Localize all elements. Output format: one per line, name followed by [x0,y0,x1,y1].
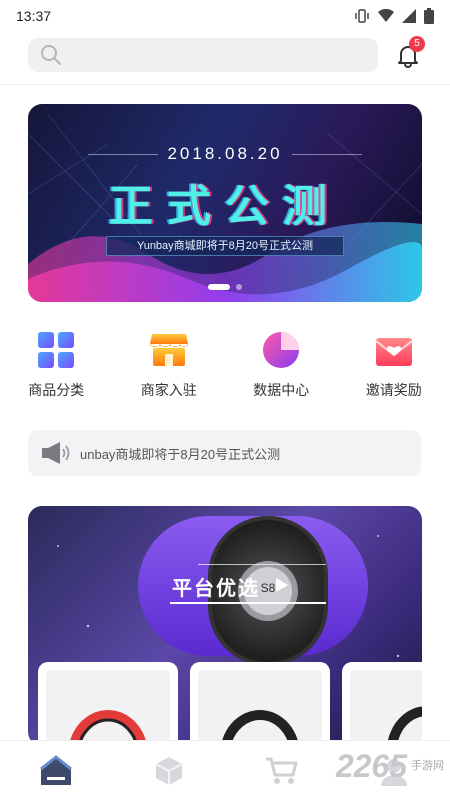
watermark-site-name: 手游网 [411,760,444,772]
pie-chart-icon [261,330,301,370]
carousel-dot[interactable] [236,284,242,290]
tab-home[interactable] [0,741,113,800]
promo-title: 平台优选 [172,578,260,600]
banner-title: 正式公测 [109,182,341,231]
promo-title-rule-top [198,564,326,565]
site-watermark: 2265 手游网 [336,748,444,785]
banner-subtitle: Yunbay商城即将于8月20号正式公测 [106,236,344,256]
product-card[interactable] [38,662,178,746]
banner-date: 2018.08.20 [167,144,283,163]
store-icon [149,330,189,370]
notification-button[interactable]: 5 [395,36,425,70]
signal-icon [402,9,416,23]
header-divider [0,84,450,85]
vibrate-icon [355,9,369,23]
status-icons [354,8,434,24]
tab-cart[interactable] [225,741,338,800]
status-bar: 13:37 [0,0,450,32]
quick-nav-label: 邀请奖励 [365,382,422,398]
search-icon [41,45,61,65]
carousel-dot-active[interactable] [208,284,230,290]
battery-icon [424,8,434,24]
box-icon [155,756,183,785]
wifi-icon [378,9,394,22]
status-time: 13:37 [16,8,52,24]
tab-products[interactable] [113,741,226,800]
quick-nav-label: 商家入驻 [140,382,197,398]
grid-icon [36,330,76,370]
quick-nav-label: 商品分类 [28,382,85,398]
notification-badge: 5 [409,36,425,52]
product-image-headphones-red [46,670,170,746]
speaker-logo-text: S8 [261,581,276,595]
megaphone-icon [42,442,70,464]
quick-nav-item-invite[interactable]: 邀请奖励 [338,330,450,410]
banner-carousel[interactable]: 2018.08.20 正式公测 Yunbay商城即将于8月20号正式公测 [28,104,422,302]
platform-picks-banner[interactable]: S8 平台优选 [28,506,422,746]
watermark-number: 2265 [335,748,407,784]
product-card[interactable] [342,662,422,746]
product-card[interactable] [190,662,330,746]
announcement-bar[interactable]: unbay商城即将于8月20号正式公测 [28,430,421,476]
product-image-headphones-partial [350,670,422,746]
quick-nav-item-merchant[interactable]: 商家入驻 [113,330,226,410]
carousel-indicator [28,284,422,290]
watermark-site: 手游网 [411,760,444,773]
play-arrow-icon [276,578,288,592]
product-image-headphones-black [198,670,322,746]
quick-nav-item-categories[interactable]: 商品分类 [0,330,113,410]
quick-nav-item-data-center[interactable]: 数据中心 [225,330,338,410]
home-icon [40,755,73,785]
quick-nav: 商品分类 商家入驻 数据中心 邀请奖励 [0,330,450,410]
promo-title-rule-bottom [170,602,326,604]
announcement-text: unbay商城即将于8月20号正式公测 [80,446,281,462]
cart-icon [266,757,298,784]
search-input[interactable] [28,38,378,72]
envelope-heart-icon [374,330,414,370]
quick-nav-label: 数据中心 [253,382,310,398]
search-row: 5 [0,36,450,76]
